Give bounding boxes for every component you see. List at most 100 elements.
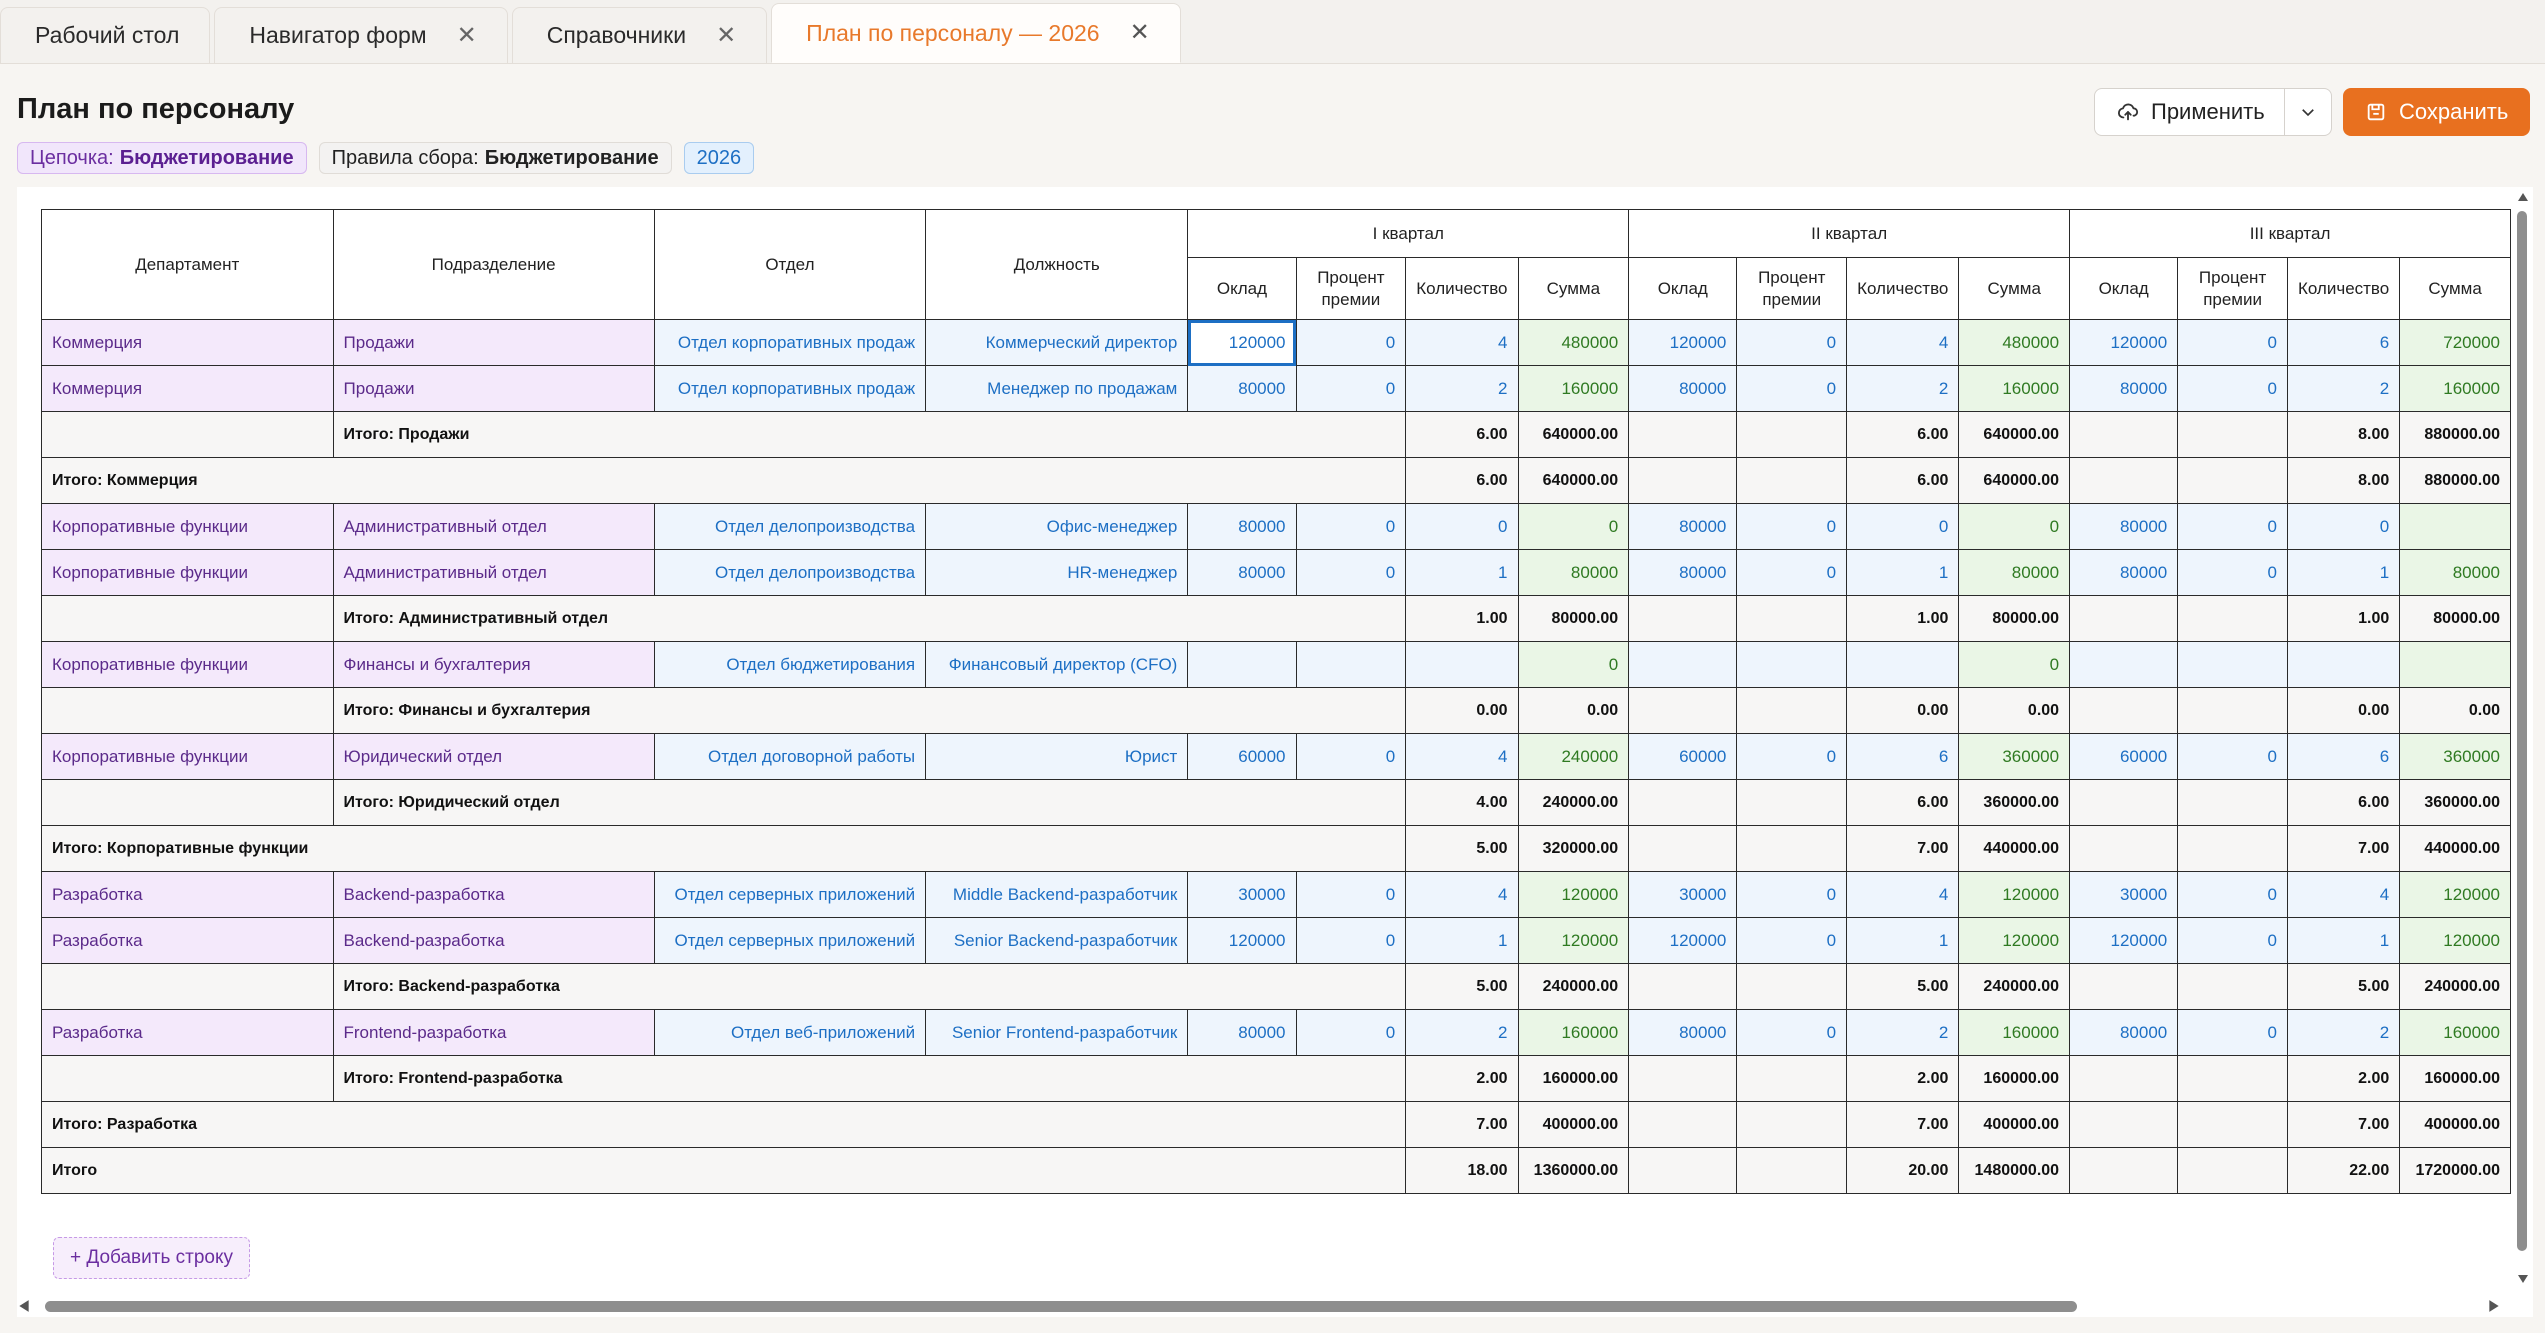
chain-chip[interactable]: Цепочка: Бюджетирование <box>17 142 307 174</box>
quantity-cell[interactable]: 0 <box>2286 503 2401 550</box>
quantity-cell[interactable]: 1 <box>1846 917 1960 964</box>
position-cell[interactable]: Офис-менеджер <box>925 503 1189 550</box>
quantity-cell[interactable]: 0 <box>1405 503 1519 550</box>
salary-cell[interactable]: 80000 <box>1187 1009 1297 1056</box>
rules-chip[interactable]: Правила сбора: Бюджетирование <box>318 142 672 174</box>
position-cell[interactable]: HR-менеджер <box>925 549 1189 596</box>
bonus-percent-cell[interactable]: 0 <box>1295 503 1407 550</box>
salary-cell[interactable]: 80000 <box>1628 549 1738 596</box>
bonus-percent-cell[interactable] <box>1295 641 1407 688</box>
salary-cell[interactable]: 60000 <box>2069 733 2179 780</box>
quarter-column-header[interactable]: Оклад <box>2069 257 2179 320</box>
bonus-percent-cell[interactable]: 0 <box>1295 871 1407 918</box>
bonus-percent-cell[interactable] <box>2177 641 2288 688</box>
subdivision-cell[interactable]: Финансы и бухгалтерия <box>332 641 655 688</box>
position-cell[interactable]: Финансовый директор (CFO) <box>925 641 1189 688</box>
salary-cell[interactable]: 80000 <box>1187 549 1297 596</box>
quantity-cell[interactable]: 1 <box>2286 917 2401 964</box>
quantity-cell[interactable]: 4 <box>1405 871 1519 918</box>
bonus-percent-cell[interactable]: 0 <box>1736 365 1848 412</box>
section-cell[interactable]: Отдел делопроизводства <box>653 549 927 596</box>
bonus-percent-cell[interactable]: 0 <box>1736 549 1848 596</box>
salary-cell[interactable]: 120000 <box>1187 917 1297 964</box>
salary-cell[interactable]: 30000 <box>1628 871 1738 918</box>
quarter-column-header[interactable]: Количество <box>1846 257 1960 320</box>
column-header[interactable]: Должность <box>925 209 1189 320</box>
section-cell[interactable]: Отдел делопроизводства <box>653 503 927 550</box>
salary-cell[interactable]: 80000 <box>1187 503 1297 550</box>
salary-cell[interactable]: 80000 <box>1628 1009 1738 1056</box>
position-cell[interactable]: Менеджер по продажам <box>925 365 1189 412</box>
subdivision-cell[interactable]: Административный отдел <box>332 549 655 596</box>
quantity-cell[interactable]: 2 <box>2286 1009 2401 1056</box>
quantity-cell[interactable] <box>1846 641 1960 688</box>
bonus-percent-cell[interactable] <box>1736 641 1848 688</box>
salary-cell[interactable]: 80000 <box>1628 503 1738 550</box>
bonus-percent-cell[interactable]: 0 <box>2177 1009 2288 1056</box>
department-cell[interactable]: Корпоративные функции <box>41 503 334 550</box>
tab-1[interactable]: Навигатор форм ✕ <box>214 7 508 63</box>
quantity-cell[interactable]: 4 <box>1846 871 1960 918</box>
scroll-down-icon[interactable] <box>2517 1273 2529 1285</box>
bonus-percent-cell[interactable]: 0 <box>1295 733 1407 780</box>
vertical-scrollbar[interactable] <box>2513 187 2533 1307</box>
department-cell[interactable]: Корпоративные функции <box>41 733 334 780</box>
position-cell[interactable]: Senior Frontend-разработчик <box>925 1009 1189 1056</box>
quantity-cell[interactable]: 2 <box>2286 365 2401 412</box>
bonus-percent-cell[interactable]: 0 <box>2177 365 2288 412</box>
section-cell[interactable]: Отдел бюджетирования <box>653 641 927 688</box>
quarter-column-header[interactable]: Оклад <box>1187 257 1297 320</box>
column-header[interactable]: Департамент <box>41 209 334 320</box>
department-cell[interactable]: Разработка <box>41 1009 334 1056</box>
bonus-percent-cell[interactable]: 0 <box>2177 733 2288 780</box>
bonus-percent-cell[interactable]: 0 <box>2177 549 2288 596</box>
subdivision-cell[interactable]: Frontend-разработка <box>332 1009 655 1056</box>
salary-cell[interactable]: 120000 <box>1187 319 1297 366</box>
quarter-column-header[interactable]: Количество <box>1405 257 1519 320</box>
quantity-cell[interactable]: 2 <box>1846 1009 1960 1056</box>
quantity-cell[interactable]: 4 <box>2286 871 2401 918</box>
section-cell[interactable]: Отдел веб-приложений <box>653 1009 927 1056</box>
salary-cell[interactable]: 80000 <box>2069 1009 2179 1056</box>
close-icon[interactable]: ✕ <box>716 23 736 48</box>
salary-cell[interactable]: 80000 <box>1187 365 1297 412</box>
bonus-percent-cell[interactable]: 0 <box>1736 733 1848 780</box>
bonus-percent-cell[interactable]: 0 <box>1736 1009 1848 1056</box>
bonus-percent-cell[interactable]: 0 <box>1295 1009 1407 1056</box>
scroll-left-icon[interactable] <box>17 1299 31 1313</box>
salary-cell[interactable] <box>1187 641 1297 688</box>
subdivision-cell[interactable]: Продажи <box>332 319 655 366</box>
subdivision-cell[interactable]: Backend-разработка <box>332 917 655 964</box>
tab-0[interactable]: Рабочий стол <box>0 7 211 63</box>
quantity-cell[interactable]: 6 <box>2286 319 2401 366</box>
quantity-cell[interactable]: 6 <box>1846 733 1960 780</box>
quantity-cell[interactable]: 0 <box>1846 503 1960 550</box>
save-button[interactable]: Сохранить <box>2343 88 2530 136</box>
position-cell[interactable]: Middle Backend-разработчик <box>925 871 1189 918</box>
quarter-column-header[interactable]: Процент премии <box>1736 257 1848 320</box>
section-cell[interactable]: Отдел корпоративных продаж <box>653 365 927 412</box>
quarter-column-header[interactable]: Количество <box>2286 257 2401 320</box>
bonus-percent-cell[interactable]: 0 <box>1295 319 1407 366</box>
salary-cell[interactable] <box>1628 641 1738 688</box>
subdivision-cell[interactable]: Административный отдел <box>332 503 655 550</box>
salary-cell[interactable]: 60000 <box>1628 733 1738 780</box>
salary-cell[interactable]: 120000 <box>2069 319 2179 366</box>
quarter-column-header[interactable]: Процент премии <box>2177 257 2288 320</box>
salary-cell[interactable]: 80000 <box>1628 365 1738 412</box>
section-cell[interactable]: Отдел договорной работы <box>653 733 927 780</box>
scroll-right-icon[interactable] <box>2487 1299 2501 1313</box>
salary-cell[interactable]: 80000 <box>2069 503 2179 550</box>
quarter-column-header[interactable]: Оклад <box>1628 257 1738 320</box>
quantity-cell[interactable]: 2 <box>1405 365 1519 412</box>
quantity-cell[interactable]: 1 <box>2286 549 2401 596</box>
close-icon[interactable]: ✕ <box>457 23 477 48</box>
salary-cell[interactable]: 30000 <box>1187 871 1297 918</box>
tab-2[interactable]: Справочники ✕ <box>511 7 768 63</box>
position-cell[interactable]: Коммерческий директор <box>925 319 1189 366</box>
quarter-column-header[interactable]: Сумма <box>1517 257 1630 320</box>
department-cell[interactable]: Корпоративные функции <box>41 641 334 688</box>
position-cell[interactable]: Senior Backend-разработчик <box>925 917 1189 964</box>
tab-3[interactable]: План по персоналу — 2026 ✕ <box>771 3 1181 63</box>
apply-button[interactable]: Применить <box>2095 89 2285 135</box>
